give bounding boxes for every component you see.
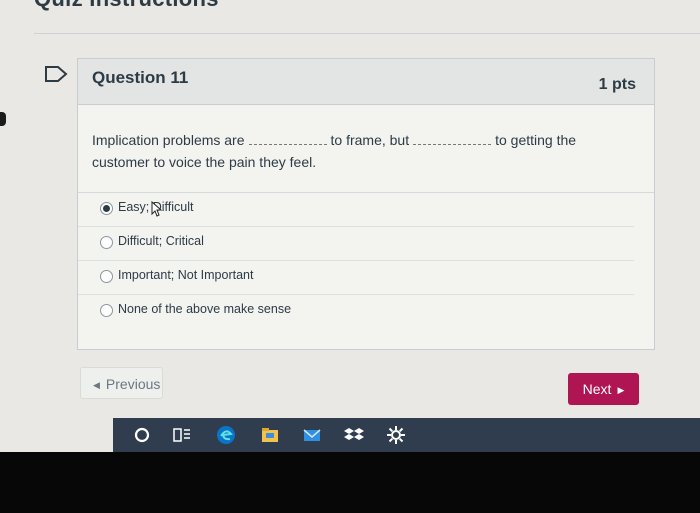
dropbox-icon[interactable] bbox=[343, 424, 365, 446]
radio-unselected[interactable] bbox=[100, 236, 113, 249]
answer-option-4[interactable]: None of the above make sense bbox=[78, 295, 634, 328]
windows-taskbar bbox=[113, 418, 700, 452]
next-label: Next bbox=[582, 381, 612, 397]
file-explorer-icon[interactable] bbox=[259, 424, 281, 446]
mail-icon[interactable] bbox=[301, 424, 323, 446]
flag-question-icon[interactable] bbox=[44, 66, 68, 82]
text-cursor-icon bbox=[151, 200, 163, 217]
title-divider bbox=[34, 33, 700, 34]
question-points: 1 pts bbox=[598, 76, 636, 93]
answer-label: Important; Not Important bbox=[118, 268, 254, 282]
next-button[interactable]: Next ▶ bbox=[568, 373, 639, 405]
radio-unselected[interactable] bbox=[100, 270, 113, 283]
radio-selected[interactable] bbox=[100, 202, 113, 215]
monitor-bezel bbox=[0, 452, 700, 513]
page-title: Quiz Instructions bbox=[34, 0, 219, 12]
blank-1 bbox=[248, 134, 327, 145]
task-view-icon[interactable] bbox=[171, 424, 193, 446]
screen-edge-mark bbox=[0, 112, 6, 126]
answer-option-3[interactable]: Important; Not Important bbox=[78, 261, 634, 295]
answer-label: Difficult; Critical bbox=[118, 234, 204, 248]
chevron-left-icon: ◀ bbox=[93, 380, 100, 390]
radio-unselected[interactable] bbox=[100, 304, 113, 317]
previous-label: Previous bbox=[105, 376, 161, 392]
answer-label: None of the above make sense bbox=[118, 302, 292, 316]
answer-option-2[interactable]: Difficult; Critical bbox=[78, 227, 634, 261]
question-text: Implication problems are to frame, but to … bbox=[92, 129, 632, 173]
question-text-part1: Implication problems are bbox=[92, 132, 245, 148]
blank-2 bbox=[413, 134, 492, 145]
edge-browser-icon[interactable] bbox=[215, 424, 237, 446]
settings-gear-icon[interactable] bbox=[385, 424, 407, 446]
question-text-part2: to frame, but bbox=[330, 132, 410, 148]
question-header: Question 11 1 pts bbox=[78, 59, 654, 105]
question-name: Question 11 bbox=[92, 68, 189, 87]
chevron-right-icon: ▶ bbox=[617, 385, 625, 395]
previous-button[interactable]: ◀ Previous bbox=[80, 367, 163, 399]
search-circle-icon[interactable] bbox=[131, 424, 153, 446]
